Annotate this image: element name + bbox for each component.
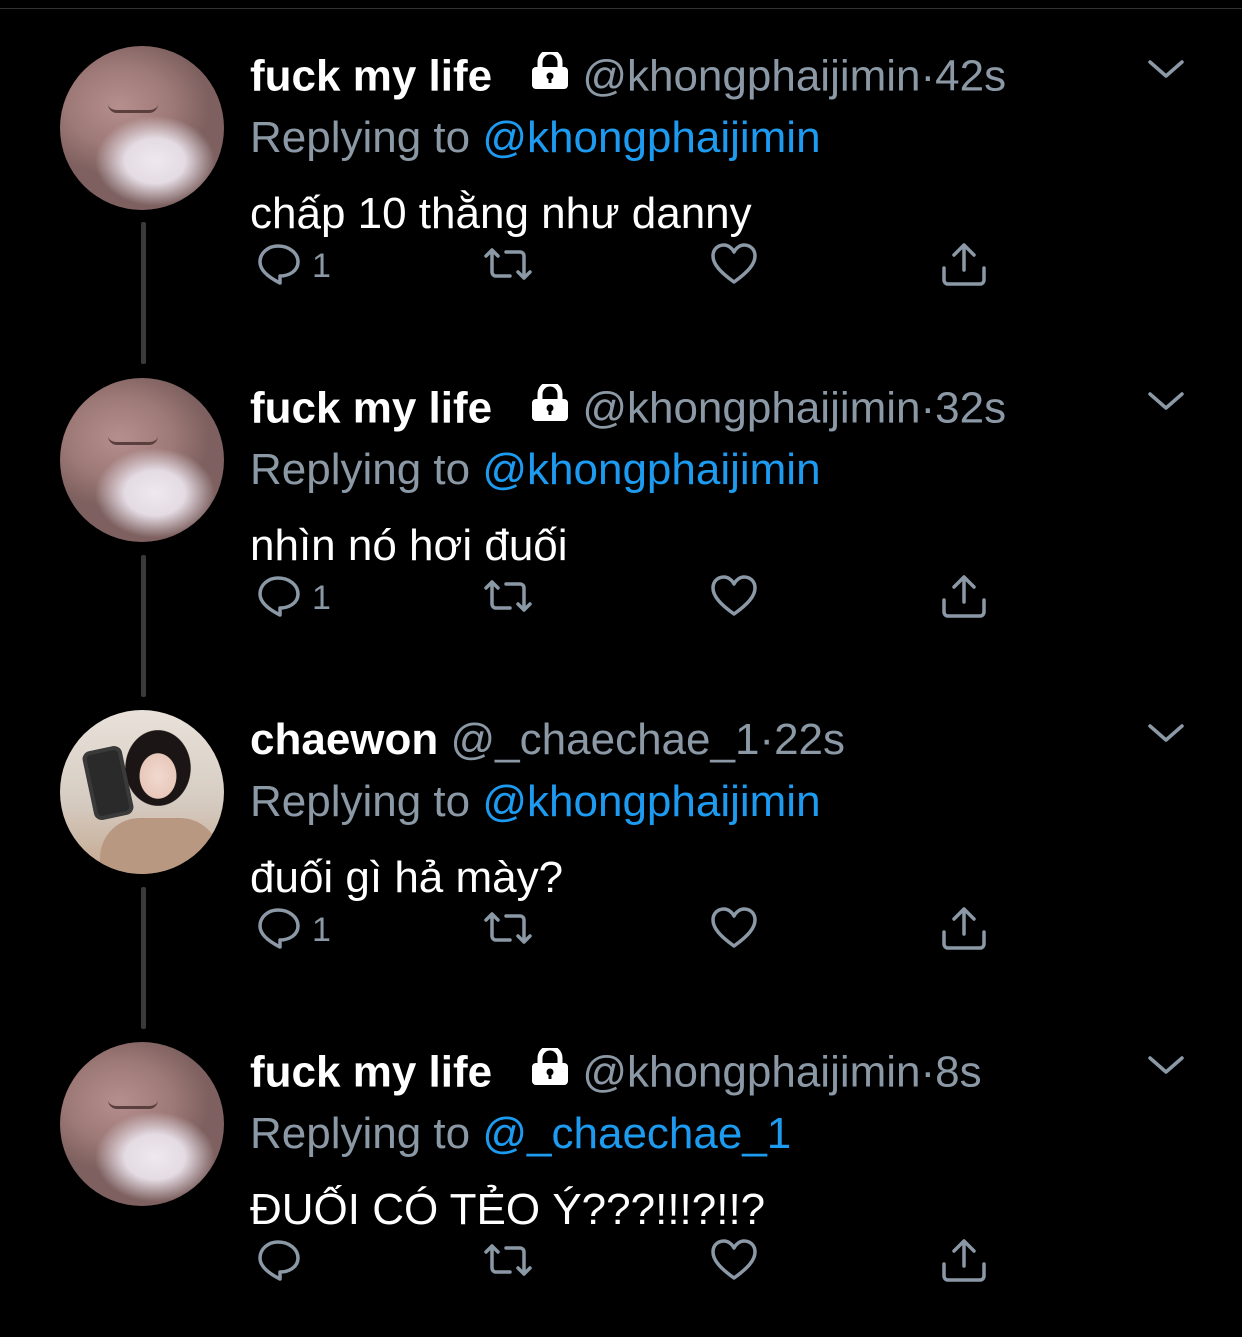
replying-to: Replying to @_chaechae_1: [250, 1104, 791, 1164]
display-name[interactable]: fuck my life: [250, 52, 492, 101]
reply-icon: [256, 574, 304, 623]
retweet-button[interactable]: [480, 900, 536, 960]
lock-icon: [528, 46, 572, 106]
share-icon: [940, 572, 988, 625]
heart-icon: [710, 242, 758, 291]
separator-dot: ·: [759, 715, 775, 764]
tweet-text: đuối gì hả mày?: [250, 853, 564, 902]
share-icon: [940, 1236, 988, 1289]
handle[interactable]: @khongphaijimin: [582, 1048, 920, 1097]
chevron-down-icon[interactable]: [1146, 722, 1186, 751]
like-button[interactable]: [710, 1232, 758, 1292]
tweet-text: ĐUỐI CÓ TẺO Ý???!!!?!!?: [250, 1185, 766, 1234]
display-name[interactable]: chaewon: [250, 715, 438, 764]
handle[interactable]: @_chaechae_1: [451, 715, 760, 764]
reply-button[interactable]: 1: [256, 568, 331, 628]
tweet-header: chaewon @_chaechae_1·22s: [250, 710, 1082, 770]
like-button[interactable]: [710, 236, 758, 296]
tweet[interactable]: fuck my life @khongphaijimin·42s Replyin…: [0, 8, 1242, 338]
tweet-text: chấp 10 thằng như danny: [250, 189, 752, 238]
reply-button[interactable]: 1: [256, 236, 331, 296]
tweet[interactable]: chaewon @_chaechae_1·22s Replying to @kh…: [0, 672, 1242, 1002]
tweet[interactable]: fuck my life @khongphaijimin·32s Replyin…: [0, 340, 1242, 670]
tweet-header: fuck my life @khongphaijimin·8s: [250, 1042, 1082, 1102]
heart-icon: [710, 1238, 758, 1287]
retweet-icon: [480, 1238, 536, 1287]
retweet-button[interactable]: [480, 236, 536, 296]
tweet-actions: 1: [250, 236, 1010, 296]
lock-icon: [528, 1042, 572, 1102]
retweet-icon: [480, 906, 536, 955]
replying-to-label: Replying to: [250, 445, 483, 494]
retweet-button[interactable]: [480, 568, 536, 628]
reply-button[interactable]: [256, 1232, 312, 1292]
retweet-icon: [480, 242, 536, 291]
replying-to: Replying to @khongphaijimin: [250, 108, 821, 168]
timestamp[interactable]: 8s: [935, 1048, 981, 1097]
heart-icon: [710, 574, 758, 623]
replying-to-label: Replying to: [250, 777, 483, 826]
handle[interactable]: @khongphaijimin: [582, 52, 920, 101]
lock-icon: [528, 378, 572, 438]
chevron-down-icon[interactable]: [1146, 58, 1186, 87]
reply-count: 1: [312, 578, 331, 617]
chevron-down-icon[interactable]: [1146, 390, 1186, 419]
share-button[interactable]: [940, 900, 988, 960]
replying-to-label: Replying to: [250, 113, 483, 162]
replying-to: Replying to @khongphaijimin: [250, 772, 821, 832]
timestamp[interactable]: 42s: [935, 52, 1006, 101]
reply-icon: [256, 242, 304, 291]
reply-count: 1: [312, 910, 331, 949]
tweet-actions: [250, 1232, 1010, 1292]
like-button[interactable]: [710, 900, 758, 960]
tweet-actions: 1: [250, 568, 1010, 628]
display-name[interactable]: fuck my life: [250, 384, 492, 433]
replying-to-mention[interactable]: @khongphaijimin: [482, 777, 820, 826]
share-button[interactable]: [940, 1232, 988, 1292]
retweet-button[interactable]: [480, 1232, 536, 1292]
display-name[interactable]: fuck my life: [250, 1048, 492, 1097]
tweet-text: nhìn nó hơi đuối: [250, 521, 568, 570]
separator-dot: ·: [920, 1047, 936, 1097]
timestamp[interactable]: 32s: [935, 384, 1006, 433]
share-button[interactable]: [940, 568, 988, 628]
timestamp[interactable]: 22s: [774, 715, 845, 764]
tweet-header: fuck my life @khongphaijimin·32s: [250, 378, 1082, 438]
retweet-icon: [480, 574, 536, 623]
separator-dot: ·: [920, 383, 936, 433]
avatar[interactable]: [60, 378, 224, 542]
reply-icon: [256, 906, 304, 955]
avatar[interactable]: [60, 710, 224, 874]
handle[interactable]: @khongphaijimin: [582, 384, 920, 433]
replying-to-mention[interactable]: @_chaechae_1: [482, 1109, 791, 1158]
replying-to-mention[interactable]: @khongphaijimin: [482, 445, 820, 494]
like-button[interactable]: [710, 568, 758, 628]
tweet-actions: 1: [250, 900, 1010, 960]
avatar[interactable]: [60, 1042, 224, 1206]
reply-button[interactable]: 1: [256, 900, 331, 960]
tweet-header: fuck my life @khongphaijimin·42s: [250, 46, 1082, 106]
separator-dot: ·: [920, 51, 936, 101]
tweet[interactable]: fuck my life @khongphaijimin·8s Replying…: [0, 1004, 1242, 1334]
reply-count: 1: [312, 246, 331, 285]
share-icon: [940, 240, 988, 293]
share-button[interactable]: [940, 236, 988, 296]
share-icon: [940, 904, 988, 957]
heart-icon: [710, 906, 758, 955]
replying-to-mention[interactable]: @khongphaijimin: [482, 113, 820, 162]
replying-to-label: Replying to: [250, 1109, 483, 1158]
avatar[interactable]: [60, 46, 224, 210]
replying-to: Replying to @khongphaijimin: [250, 440, 821, 500]
reply-icon: [256, 1238, 304, 1287]
chevron-down-icon[interactable]: [1146, 1054, 1186, 1083]
